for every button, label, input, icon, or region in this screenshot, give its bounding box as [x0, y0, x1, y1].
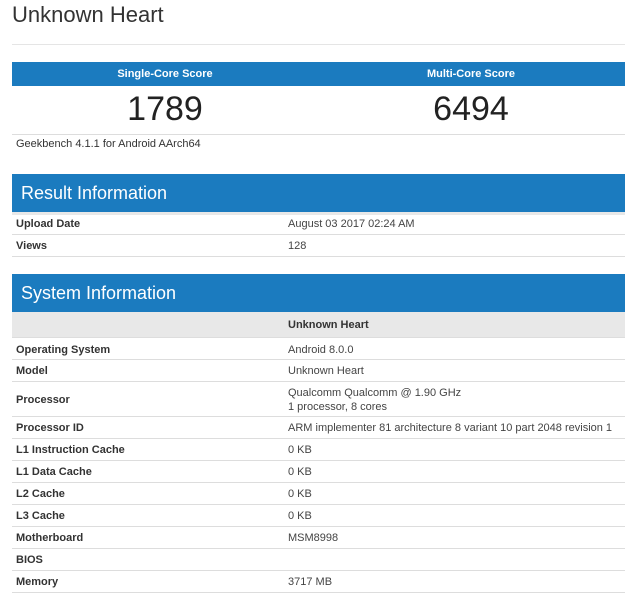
row-key: L3 Cache	[16, 510, 65, 522]
table-row: Model Unknown Heart	[12, 360, 625, 382]
table-row: Operating System Android 8.0.0	[12, 338, 625, 360]
row-value: 0 KB	[288, 488, 312, 500]
row-key: Motherboard	[16, 532, 84, 544]
row-key: L2 Cache	[16, 488, 65, 500]
table-row: L2 Cache 0 KB	[12, 483, 625, 505]
table-row: L1 Instruction Cache 0 KB	[12, 439, 625, 461]
table-row: Processor ID ARM implementer 81 architec…	[12, 417, 625, 439]
system-information-header: System Information	[12, 274, 625, 312]
system-subheader-row: Unknown Heart	[12, 312, 625, 338]
score-table-header: Single-Core Score Multi-Core Score	[12, 62, 625, 86]
row-key: Model	[16, 365, 48, 377]
row-value: August 03 2017 02:24 AM	[288, 218, 415, 230]
table-row: Upload Date August 03 2017 02:24 AM	[12, 215, 625, 235]
result-information-header: Result Information	[12, 174, 625, 212]
row-key: L1 Instruction Cache	[16, 444, 125, 456]
multi-core-score-value: 6494	[433, 90, 509, 128]
geekbench-version: Geekbench 4.1.1 for Android AArch64	[16, 138, 201, 150]
row-key: BIOS	[16, 554, 43, 566]
score-table-values: 1789 6494	[12, 86, 625, 135]
row-key: Processor	[16, 394, 70, 406]
row-value: MSM8998	[288, 532, 339, 544]
row-value: 128	[288, 240, 307, 252]
row-value: Android 8.0.0	[288, 344, 354, 356]
row-key: Views	[16, 240, 47, 252]
row-value: 3717 MB	[288, 576, 333, 588]
title-divider	[12, 44, 625, 45]
row-value: 0 KB	[288, 466, 312, 478]
row-key: Processor ID	[16, 422, 84, 434]
row-value-secondary: 1 processor, 8 cores	[288, 401, 388, 413]
table-row: Memory 3717 MB	[12, 571, 625, 593]
row-key: L1 Data Cache	[16, 466, 92, 478]
device-subheader: Unknown Heart	[288, 319, 369, 331]
table-row: Motherboard MSM8998	[12, 527, 625, 549]
single-core-score-value: 1789	[127, 90, 203, 128]
table-row: Views 128	[12, 235, 625, 257]
row-value: Qualcomm Qualcomm @ 1.90 GHz	[288, 387, 462, 399]
row-value: 0 KB	[288, 510, 312, 522]
row-value: Unknown Heart	[288, 365, 364, 377]
row-value: 0 KB	[288, 444, 312, 456]
table-row: L1 Data Cache 0 KB	[12, 461, 625, 483]
table-row: L3 Cache 0 KB	[12, 505, 625, 527]
row-key: Upload Date	[16, 218, 81, 230]
row-value: ARM implementer 81 architecture 8 varian…	[288, 422, 613, 434]
page-title: Unknown Heart	[12, 2, 164, 27]
table-row: BIOS	[12, 549, 625, 571]
row-key: Memory	[16, 576, 59, 588]
table-row: Processor Qualcomm Qualcomm @ 1.90 GHz 1…	[12, 382, 625, 417]
multi-core-score-label: Multi-Core Score	[426, 68, 515, 80]
single-core-score-label: Single-Core Score	[117, 68, 213, 80]
row-key: Operating System	[16, 344, 111, 356]
